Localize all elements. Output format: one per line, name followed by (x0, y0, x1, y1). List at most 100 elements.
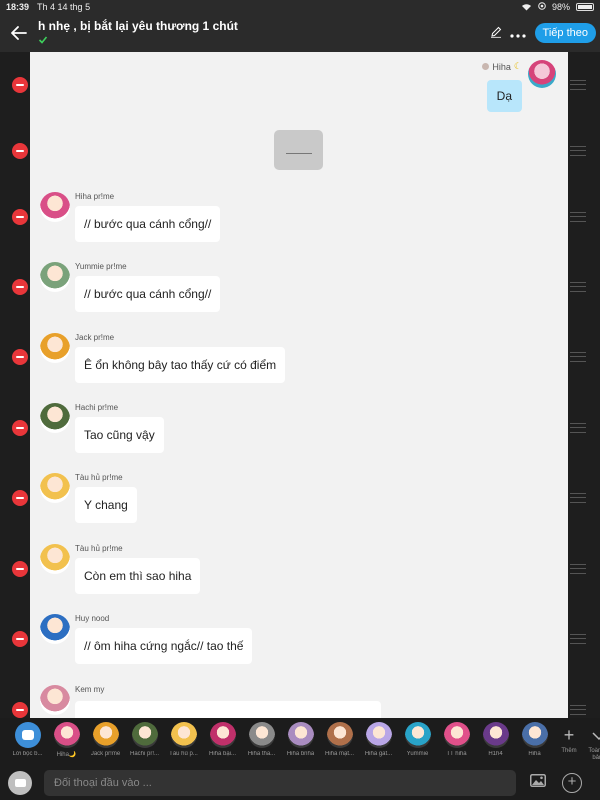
plus-icon: + (563, 725, 575, 745)
drag-handle[interactable] (570, 352, 586, 362)
drag-handle[interactable] (570, 493, 586, 503)
member-name: Jack pr!me (90, 751, 121, 757)
sender-avatar[interactable] (40, 685, 70, 715)
follow-button[interactable]: Tiếp theo (534, 23, 596, 43)
image-button[interactable] (528, 774, 548, 792)
message-type-button[interactable] (8, 771, 32, 795)
sender-name: Tàu hủ pr!me (75, 544, 123, 553)
member-item[interactable]: Yummie (398, 722, 437, 758)
remove-message-button[interactable] (12, 631, 28, 647)
drag-handle[interactable] (570, 705, 586, 715)
status-bar: 18:39 Th 4 14 thg 5 98% (0, 0, 600, 14)
member-avatar (443, 722, 470, 748)
member-name: Hiha bại... (208, 751, 236, 757)
chevron-down-icon (592, 722, 600, 748)
title-area: h nhẹ , bị bắt lại yêu thương 1 chút (38, 19, 485, 47)
location-icon (538, 2, 546, 12)
attach-button[interactable]: + (562, 773, 582, 793)
remove-message-button[interactable] (12, 561, 28, 577)
plus-circle-icon: + (567, 773, 577, 790)
member-item[interactable]: TT hiha (437, 722, 476, 758)
chat-header: h nhẹ , bị bắt lại yêu thương 1 chút Tiế… (0, 14, 600, 52)
remove-message-button[interactable] (12, 349, 28, 365)
member-item[interactable]: Lời bọc b... (8, 722, 47, 758)
member-avatar (92, 722, 119, 748)
add-member-button[interactable]: + Thêm (554, 722, 584, 755)
back-arrow-icon (11, 26, 27, 40)
member-avatar (482, 722, 509, 748)
member-avatar (209, 722, 236, 748)
member-item[interactable]: Hiha (515, 722, 554, 758)
pencil-icon (490, 26, 501, 38)
self-avatar[interactable] (528, 60, 556, 88)
message-bubble[interactable]: // ôm hiha cứng ngắc// tao thế (75, 628, 253, 664)
member-avatar (287, 722, 314, 748)
member-avatar (53, 722, 80, 748)
drag-handle[interactable] (570, 634, 586, 644)
member-item[interactable]: Hiha bại... (203, 722, 242, 758)
member-item[interactable]: Hachi pr!... (125, 722, 164, 758)
member-name: H1h4 (488, 751, 503, 757)
remove-message-button[interactable] (12, 143, 28, 159)
message-bubble[interactable]: Ê ổn không bây tao thấy cứ có điểm (75, 347, 286, 383)
sender-name: Hiha pr!me (75, 192, 115, 201)
status-time: 18:39 (6, 2, 30, 12)
sender-avatar[interactable] (40, 544, 70, 574)
edit-button[interactable] (485, 25, 507, 41)
member-avatar (248, 722, 275, 748)
sticker-message[interactable] (274, 130, 323, 170)
member-name: Hiha bnha (286, 751, 315, 757)
sender-avatar[interactable] (40, 333, 70, 363)
image-icon (530, 774, 546, 787)
member-avatar (131, 722, 158, 748)
sender-avatar[interactable] (40, 403, 70, 433)
member-item[interactable]: Jack pr!me (86, 722, 125, 758)
chat-title: h nhẹ , bị bắt lại yêu thương 1 chút (38, 19, 238, 33)
member-item[interactable]: Hiha mặt... (320, 722, 359, 758)
remove-message-button[interactable] (12, 279, 28, 295)
member-item[interactable]: Hiha bnha (281, 722, 320, 758)
message-bubble[interactable]: Tao cũng vậy (75, 417, 164, 453)
drag-handle[interactable] (570, 282, 586, 292)
member-avatar (14, 722, 41, 748)
message-input[interactable] (44, 770, 516, 796)
back-button[interactable] (0, 14, 38, 52)
member-list: Lời bọc b... Hiha🌙 Jack pr!me Hachi pr!... T… (8, 722, 554, 758)
input-bar: + (0, 766, 600, 800)
member-item[interactable]: H1h4 (476, 722, 515, 758)
message-bubble[interactable]: // bước qua cánh cổng// (75, 206, 221, 242)
sender-avatar[interactable] (40, 262, 70, 292)
message-bubble[interactable] (75, 701, 381, 718)
sender-avatar[interactable] (40, 192, 70, 222)
member-name: Hiha🌙 (56, 752, 77, 758)
sender-name: Tàu hủ pr!me (75, 473, 123, 482)
member-name: TT hiha (446, 751, 467, 757)
member-item[interactable]: Hiha gat... (359, 722, 398, 758)
drag-handle[interactable] (570, 80, 586, 90)
member-item[interactable]: Tàu hủ p... (164, 722, 203, 758)
sender-avatar[interactable] (40, 614, 70, 644)
remove-message-button[interactable] (12, 77, 28, 93)
drag-handle[interactable] (570, 564, 586, 574)
self-message-bubble[interactable]: Dạ (486, 80, 522, 112)
message-bubble[interactable]: Còn em thì sao hiha (75, 558, 201, 594)
remove-message-button[interactable] (12, 490, 28, 506)
sender-avatar[interactable] (40, 473, 70, 503)
message-bubble[interactable]: // bước qua cánh cổng// (75, 276, 221, 312)
member-avatar (170, 722, 197, 748)
more-button[interactable] (507, 25, 529, 41)
remove-message-button[interactable] (12, 420, 28, 436)
message-bubble[interactable]: Y chang (75, 487, 137, 523)
sender-name: Yummie pr!me (75, 262, 127, 271)
member-item[interactable]: Hiha🌙 (47, 722, 86, 758)
self-status-dot (482, 63, 490, 70)
remove-message-button[interactable] (12, 209, 28, 225)
drag-handle[interactable] (570, 146, 586, 156)
member-name: Hiha (528, 751, 541, 757)
drag-handle[interactable] (570, 423, 586, 433)
remove-message-button[interactable] (12, 702, 28, 718)
show-all-button[interactable]: Toàn bộ bảng (584, 722, 600, 762)
drag-handle[interactable] (570, 212, 586, 222)
member-item[interactable]: Hiha tha... (242, 722, 281, 758)
show-all-label: Toàn bộ bảng (588, 748, 600, 761)
